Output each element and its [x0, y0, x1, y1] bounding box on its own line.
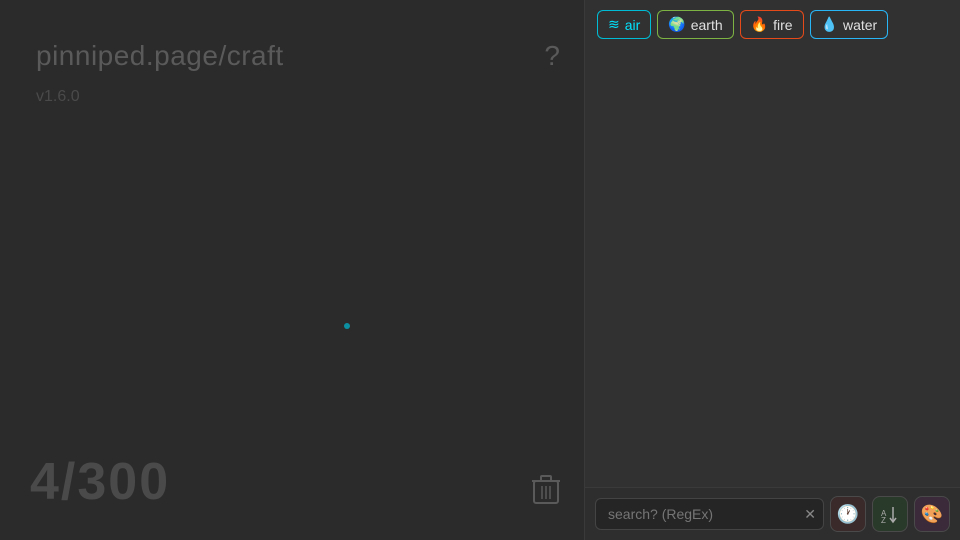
right-panel: ≋ air 🌍 earth 🔥 fire 💧 water ✕	[585, 0, 960, 540]
fire-label: fire	[773, 17, 792, 33]
element-tag-fire[interactable]: 🔥 fire	[740, 10, 804, 39]
app-version: v1.6.0	[36, 88, 80, 106]
app-title: pinniped.page/craft	[36, 40, 284, 72]
element-tag-earth[interactable]: 🌍 earth	[657, 10, 733, 39]
sort-az-icon: A Z	[880, 504, 900, 524]
trash-button[interactable]	[532, 473, 560, 512]
svg-text:Z: Z	[881, 516, 886, 524]
element-tag-air[interactable]: ≋ air	[597, 10, 651, 39]
trash-icon	[532, 473, 560, 505]
clock-button[interactable]: 🕐	[830, 496, 866, 532]
search-clear-button[interactable]: ✕	[804, 507, 816, 521]
air-label: air	[625, 17, 641, 33]
content-area	[585, 49, 960, 487]
water-icon: 💧	[821, 16, 838, 33]
fire-icon: 🔥	[751, 16, 768, 33]
left-panel: pinniped.page/craft v1.6.0 ? 4/300	[0, 0, 585, 540]
air-icon: ≋	[608, 16, 620, 33]
search-input[interactable]	[595, 498, 824, 530]
item-counter: 4/300	[30, 452, 170, 512]
earth-icon: 🌍	[668, 16, 685, 33]
cursor-indicator	[344, 323, 350, 329]
sort-button[interactable]: A Z	[872, 496, 908, 532]
search-container: ✕	[595, 498, 824, 530]
water-label: water	[843, 17, 877, 33]
palette-icon: 🎨	[921, 504, 943, 525]
clock-icon: 🕐	[837, 504, 859, 525]
element-tag-water[interactable]: 💧 water	[810, 10, 889, 39]
element-tags-bar: ≋ air 🌍 earth 🔥 fire 💧 water	[585, 0, 960, 49]
main-layout: pinniped.page/craft v1.6.0 ? 4/300 ≋ air	[0, 0, 960, 540]
earth-label: earth	[691, 17, 723, 33]
palette-button[interactable]: 🎨	[914, 496, 950, 532]
help-button[interactable]: ?	[544, 42, 560, 70]
bottom-bar: ✕ 🕐 A Z 🎨	[585, 487, 960, 540]
